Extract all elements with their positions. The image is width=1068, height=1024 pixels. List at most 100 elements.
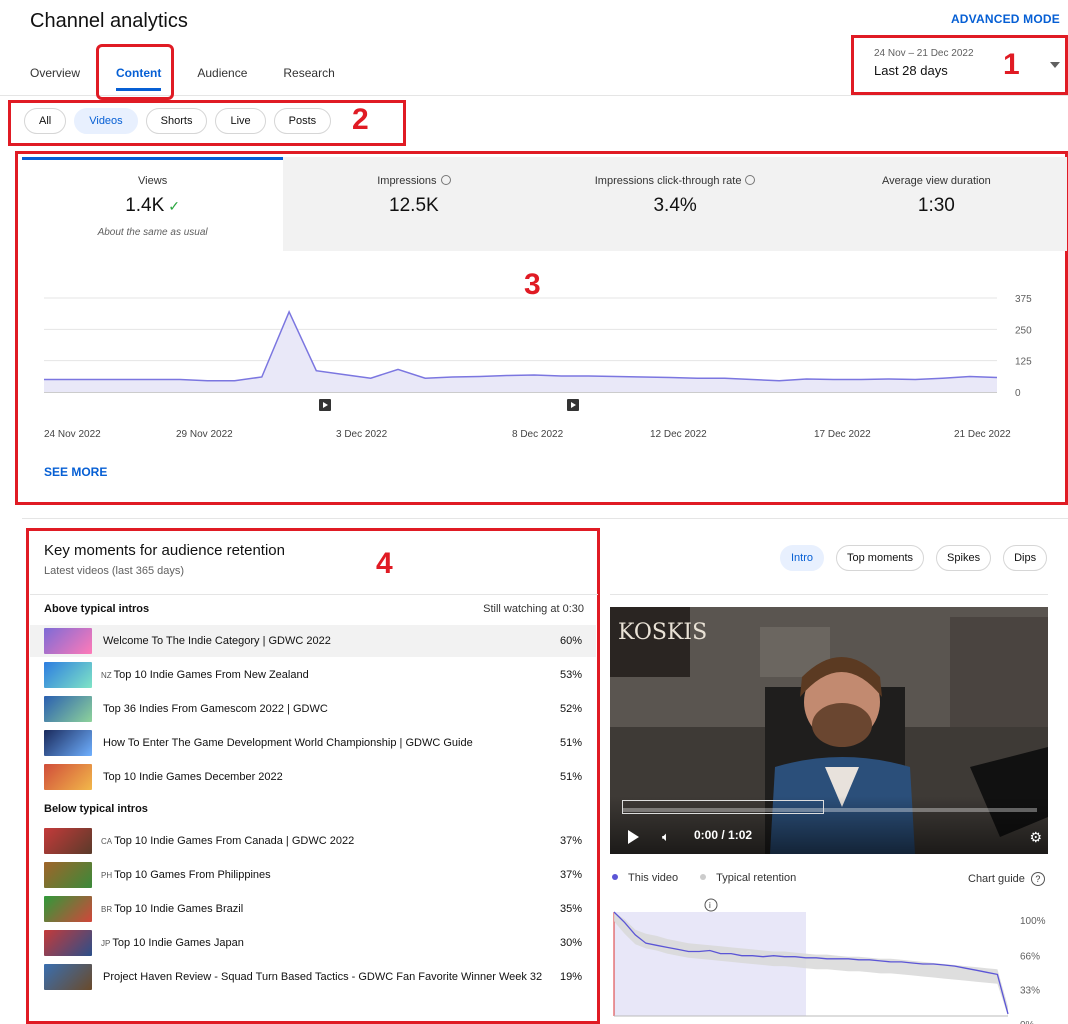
- date-range-label: Last 28 days: [874, 63, 948, 78]
- video-title: Top 36 Indies From Gamescom 2022 | GDWC: [101, 703, 560, 715]
- retention-percent: 51%: [559, 771, 582, 783]
- video-row[interactable]: CA Top 10 Indie Games From Canada | GDWC …: [30, 825, 596, 857]
- video-title-text: Top 10 Games From Philippines: [114, 869, 271, 881]
- video-thumbnail: [44, 662, 92, 688]
- volume-icon[interactable]: 🔈︎: [662, 829, 670, 845]
- views-line-chart: 375 250 125 0 24 Nov 2022 29 Nov 2022 3 Dec 20…: [44, 294, 1032, 440]
- legend-typical-label: Typical retention: [716, 872, 797, 884]
- metric-card-avg-view-duration[interactable]: Average view duration 1:30: [805, 157, 1067, 251]
- video-title-text: Top 10 Indie Games Japan: [112, 937, 244, 949]
- video-row[interactable]: JP Top 10 Indie Games Japan 30%: [30, 927, 596, 959]
- metric-value: 1:30: [917, 195, 955, 216]
- video-controls: 🔈︎ 0:00 / 1:02 ⚙: [610, 796, 1048, 854]
- tab-overview[interactable]: Overview: [30, 66, 80, 91]
- x-tick-label: 8 Dec 2022: [512, 429, 564, 440]
- annotation-label-1: 1: [1003, 48, 1020, 81]
- country-code: JP: [101, 939, 111, 948]
- retention-percent: 37%: [559, 835, 582, 847]
- chip-posts[interactable]: Posts: [273, 108, 332, 134]
- chip-spikes[interactable]: Spikes: [936, 545, 992, 571]
- country-code: NZ: [101, 671, 112, 680]
- views-line: [44, 309, 998, 382]
- video-title-text: Top 10 Indie Games From New Zealand: [113, 669, 309, 681]
- video-thumbnail: [44, 730, 92, 756]
- settings-icon[interactable]: ⚙: [1029, 829, 1042, 846]
- metric-label-text: Impressions: [377, 175, 437, 187]
- video-title-text: How To Enter The Game Development World …: [103, 737, 473, 749]
- chip-live[interactable]: Live: [215, 108, 266, 134]
- play-icon[interactable]: [628, 830, 639, 844]
- video-row[interactable]: Top 36 Indies From Gamescom 2022 | GDWC 5…: [30, 693, 596, 725]
- x-tick-label: 17 Dec 2022: [814, 429, 871, 440]
- info-icon-glyph: i: [709, 901, 711, 910]
- video-title-text: Top 10 Indie Games December 2022: [103, 771, 283, 783]
- chart-guide-link[interactable]: Chart guide?: [968, 872, 1045, 886]
- clock-icon: [745, 175, 756, 185]
- video-thumbnail: [44, 764, 92, 790]
- video-row[interactable]: How To Enter The Game Development World …: [30, 727, 596, 759]
- metric-card-views[interactable]: Views 1.4K ✓ About the same as usual: [22, 157, 284, 251]
- metric-label-text: Impressions click-through rate: [594, 175, 742, 187]
- video-row[interactable]: Top 10 Indie Games December 2022 51%: [30, 761, 596, 793]
- chip-all[interactable]: All: [24, 108, 67, 134]
- retention-percent: 37%: [559, 869, 582, 881]
- tab-content[interactable]: Content: [116, 66, 162, 91]
- chip-shorts[interactable]: Shorts: [145, 108, 208, 134]
- see-more-link[interactable]: SEE MORE: [44, 465, 107, 479]
- retention-percent: 60%: [559, 635, 582, 647]
- metric-value: 3.4%: [653, 195, 697, 216]
- advanced-mode-link[interactable]: ADVANCED MODE: [951, 12, 1060, 26]
- metric-label: Impressions: [283, 175, 544, 187]
- metric-card-impressions[interactable]: Impressions 12.5K: [283, 157, 545, 251]
- retention-legend: This video Typical retention: [612, 872, 796, 884]
- chip-top-moments[interactable]: Top moments: [836, 545, 925, 571]
- video-thumbnail: [44, 862, 92, 888]
- video-thumbnail: [44, 964, 92, 990]
- help-icon[interactable]: ?: [1030, 872, 1045, 886]
- annotation-label-2: 2: [352, 103, 369, 136]
- video-title: PH Top 10 Games From Philippines: [101, 869, 560, 881]
- country-code: PH: [101, 871, 113, 880]
- y-tick-label: 250: [1015, 325, 1032, 336]
- video-title: Top 10 Indie Games December 2022: [101, 771, 560, 783]
- retention-percent: 35%: [559, 903, 582, 915]
- chip-intro[interactable]: Intro: [780, 545, 825, 571]
- video-row[interactable]: BR Top 10 Indie Games Brazil 35%: [30, 893, 596, 925]
- chip-videos[interactable]: Videos: [74, 108, 138, 134]
- clock-icon: [440, 175, 451, 185]
- y-tick-label: 375: [1015, 294, 1032, 305]
- video-row[interactable]: Project Haven Review - Squad Turn Based …: [30, 961, 596, 993]
- check-circle-icon: ✓: [168, 198, 181, 214]
- video-title-text: Top 10 Indie Games Brazil: [114, 903, 244, 915]
- x-tick-label: 12 Dec 2022: [650, 429, 707, 440]
- date-range-selector[interactable]: 24 Nov – 21 Dec 2022 Last 28 days: [874, 48, 974, 78]
- metric-label: Views: [138, 175, 168, 187]
- y-tick-label: 33%: [1020, 986, 1040, 997]
- video-row[interactable]: Welcome To The Indie Category | GDWC 202…: [30, 625, 596, 657]
- chevron-down-icon[interactable]: [1050, 62, 1060, 68]
- metric-label: Average view duration: [882, 175, 991, 187]
- tab-audience[interactable]: Audience: [197, 66, 247, 91]
- retention-percent: 30%: [559, 937, 582, 949]
- metric-value: 1.4K ✓: [22, 195, 283, 217]
- chart-guide-label: Chart guide: [968, 873, 1025, 885]
- video-player[interactable]: KOSKIS 🔈︎ 0:00 / 1:02 ⚙: [610, 607, 1048, 854]
- video-intro-marker: [622, 800, 824, 814]
- video-row[interactable]: PH Top 10 Games From Philippines 37%: [30, 859, 596, 891]
- tab-research[interactable]: Research: [283, 66, 334, 91]
- video-title: CA Top 10 Indie Games From Canada | GDWC …: [101, 835, 560, 847]
- key-moments-subtitle: Latest videos (last 365 days): [44, 565, 185, 577]
- still-watching-label: Still watching at 0:30: [483, 603, 584, 615]
- video-thumbnail: [44, 828, 92, 854]
- video-row[interactable]: NZ Top 10 Indie Games From New Zealand 53%: [30, 659, 596, 691]
- metric-card-ctr[interactable]: Impressions click-through rate 3.4%: [544, 157, 806, 251]
- legend-this-video: This video: [612, 872, 678, 884]
- video-title: Welcome To The Indie Category | GDWC 202…: [101, 635, 560, 647]
- key-moments-divider: [30, 594, 598, 595]
- key-moments-title: Key moments for audience retention: [44, 542, 285, 559]
- video-title: JP Top 10 Indie Games Japan: [101, 937, 560, 949]
- chip-dips[interactable]: Dips: [1003, 545, 1048, 571]
- retention-percent: 19%: [559, 971, 582, 983]
- country-code: CA: [101, 837, 113, 846]
- analytics-tabs: Overview Content Audience Research: [30, 66, 371, 91]
